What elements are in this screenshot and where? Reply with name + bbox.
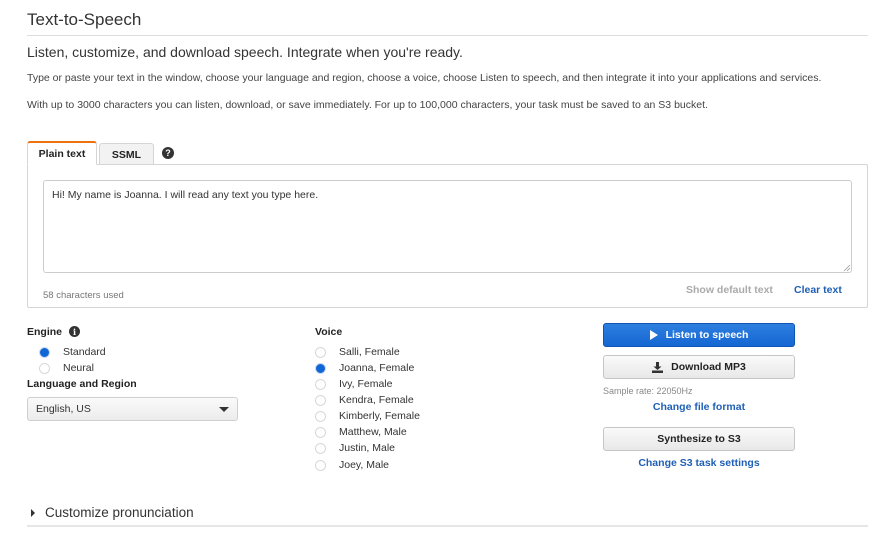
download-icon	[652, 361, 664, 373]
character-count: 58 characters used	[43, 290, 124, 301]
voice-option-kimberly[interactable]: Kimberly, Female	[315, 409, 420, 423]
language-region-select[interactable]: English, US	[27, 397, 238, 421]
page-title: Text-to-Speech	[27, 10, 142, 29]
voice-option-joanna[interactable]: Joanna, Female	[315, 361, 414, 375]
voice-option-salli[interactable]: Salli, Female	[315, 345, 400, 359]
synthesize-to-s3-button[interactable]: Synthesize to S3	[603, 427, 795, 451]
play-icon	[649, 330, 658, 340]
voice-option-label: Joanna, Female	[339, 362, 415, 374]
customize-pronunciation-expander[interactable]: Customize pronunciation	[31, 505, 194, 520]
radio-unchecked-icon[interactable]	[315, 459, 326, 471]
voice-option-label: Salli, Female	[339, 346, 400, 358]
voice-option-ivy[interactable]: Ivy, Female	[315, 377, 392, 391]
voice-option-label: Matthew, Male	[339, 426, 407, 438]
text-input-panel: Hi! My name is Joanna. I will read any t…	[27, 164, 868, 308]
help-icon[interactable]: ?	[162, 147, 174, 159]
voice-option-joey[interactable]: Joey, Male	[315, 458, 389, 472]
title-divider	[27, 35, 868, 36]
engine-option-neural[interactable]: Neural	[39, 361, 94, 375]
voice-option-label: Ivy, Female	[339, 378, 393, 390]
radio-unchecked-icon[interactable]	[315, 410, 326, 422]
voice-option-kendra[interactable]: Kendra, Female	[315, 393, 414, 407]
description-limits: With up to 3000 characters you can liste…	[27, 99, 708, 111]
radio-checked-icon[interactable]	[39, 346, 50, 358]
engine-option-standard[interactable]: Standard	[39, 345, 106, 359]
radio-unchecked-icon[interactable]	[315, 442, 326, 454]
language-region-value: English, US	[36, 403, 91, 415]
clear-text-link[interactable]: Clear text	[794, 284, 842, 296]
caret-right-icon	[31, 508, 35, 517]
input-mode-tabs: Plain text SSML ?	[27, 141, 174, 165]
listen-to-speech-button[interactable]: Listen to speech	[603, 323, 795, 347]
engine-option-label: Standard	[63, 346, 106, 358]
info-icon[interactable]: i	[69, 326, 80, 337]
listen-button-label: Listen to speech	[665, 329, 749, 341]
radio-unchecked-icon[interactable]	[315, 378, 326, 390]
engine-label: Engine	[27, 326, 63, 338]
voice-option-label: Justin, Male	[339, 442, 396, 454]
tab-ssml[interactable]: SSML	[99, 143, 154, 165]
voice-option-matthew[interactable]: Matthew, Male	[315, 425, 407, 439]
download-button-label: Download MP3	[671, 361, 746, 373]
sample-rate: Sample rate: 22050Hz	[603, 386, 693, 396]
download-mp3-button[interactable]: Download MP3	[603, 355, 795, 379]
caret-down-icon	[219, 407, 229, 412]
voice-option-label: Joey, Male	[339, 459, 389, 471]
section-divider	[27, 525, 868, 527]
page-subtitle: Listen, customize, and download speech. …	[27, 44, 463, 60]
description-instructions: Type or paste your text in the window, c…	[27, 72, 822, 84]
voice-option-justin[interactable]: Justin, Male	[315, 441, 395, 455]
voice-option-label: Kendra, Female	[339, 394, 414, 406]
change-s3-task-settings-link[interactable]: Change S3 task settings	[603, 457, 795, 469]
tab-plain-text[interactable]: Plain text	[27, 141, 97, 165]
radio-unchecked-icon[interactable]	[315, 426, 326, 438]
text-input[interactable]: Hi! My name is Joanna. I will read any t…	[43, 180, 852, 273]
radio-unchecked-icon[interactable]	[39, 362, 50, 374]
radio-unchecked-icon[interactable]	[315, 394, 326, 406]
engine-option-label: Neural	[63, 362, 94, 374]
voice-label: Voice	[315, 326, 343, 338]
voice-option-label: Kimberly, Female	[339, 410, 420, 422]
language-region-label: Language and Region	[27, 378, 137, 390]
resize-grip-icon[interactable]	[843, 264, 851, 272]
radio-unchecked-icon[interactable]	[315, 346, 326, 358]
customize-pronunciation-label: Customize pronunciation	[45, 505, 194, 520]
show-default-text-link[interactable]: Show default text	[686, 284, 773, 296]
radio-checked-icon[interactable]	[315, 362, 326, 374]
change-file-format-link[interactable]: Change file format	[603, 401, 795, 413]
